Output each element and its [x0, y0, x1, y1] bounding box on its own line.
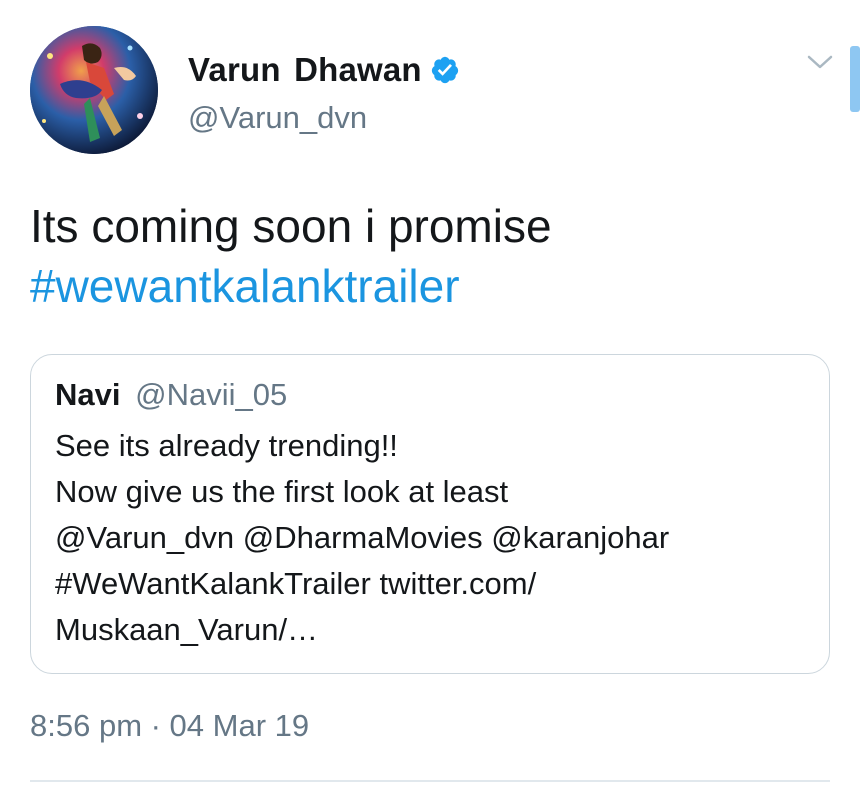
tweet-timestamp[interactable]: 8:56 pm · 04 Mar 19: [30, 708, 309, 744]
hashtag-link[interactable]: #wewantkalanktrailer: [30, 256, 830, 316]
quoted-tweet-line: @Varun_dvn @DharmaMovies @karanjohar: [55, 520, 670, 555]
divider: [30, 780, 830, 782]
tweet-text-line: Its coming soon i promise: [30, 200, 552, 252]
quoted-tweet-line: Muskaan_Varun/…: [55, 612, 319, 647]
quoted-tweet-line: Now give us the first look at least: [55, 474, 509, 509]
tweet-detail: Varun Dhawan @Varun_dvn Its coming soon …: [0, 0, 860, 800]
quoted-tweet-body: See its already trending!! Now give us t…: [55, 423, 825, 653]
author-handle[interactable]: @Varun_dvn: [188, 100, 367, 136]
quoted-author-handle: @Navii_05: [135, 377, 288, 412]
quoted-tweet-header: Navi @Navii_05: [55, 377, 287, 413]
quoted-author-name: Navi: [55, 377, 121, 412]
chevron-down-icon[interactable]: [805, 50, 835, 74]
verified-badge-icon: [430, 55, 460, 85]
tweet-text: Its coming soon i promise #wewantkalankt…: [30, 196, 830, 316]
scrollbar-thumb[interactable]: [850, 46, 860, 112]
quoted-tweet-card[interactable]: Navi @Navii_05 See its already trending!…: [30, 354, 830, 674]
author-name-row[interactable]: Varun Dhawan: [188, 48, 460, 92]
author-name[interactable]: Varun Dhawan: [188, 51, 422, 89]
quoted-tweet-line: See its already trending!!: [55, 428, 398, 463]
avatar-image: [30, 26, 158, 154]
author-avatar[interactable]: [30, 26, 158, 154]
quoted-tweet-line: #WeWantKalankTrailer twitter.com/: [55, 566, 537, 601]
